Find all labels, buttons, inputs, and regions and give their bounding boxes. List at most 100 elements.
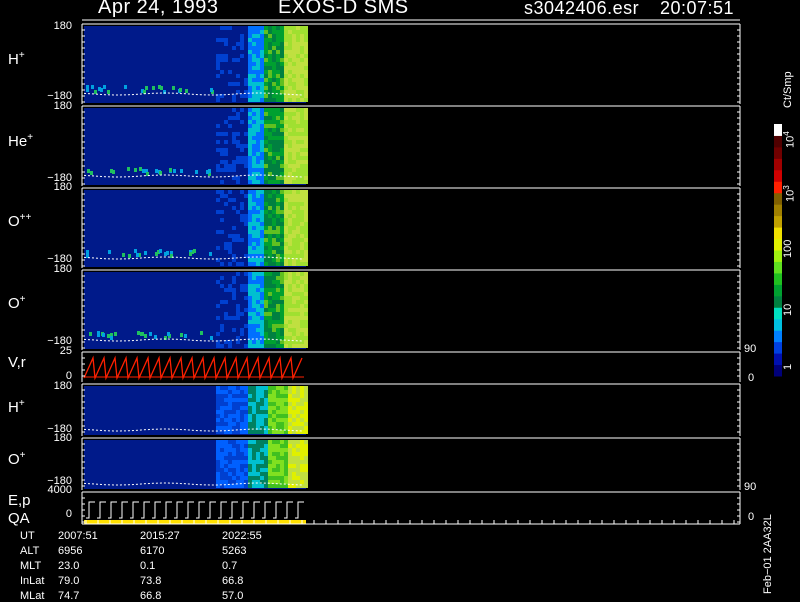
- colorbar-segment: [774, 181, 782, 194]
- heatmap-cell: [272, 42, 276, 46]
- heatmap-cell: [300, 464, 304, 468]
- heatmap-cell: [304, 262, 308, 266]
- heatmap-cell: [276, 320, 280, 324]
- heatmap-cell: [236, 108, 240, 112]
- heatmap-cell: [236, 448, 240, 452]
- heatmap-cell: [240, 414, 244, 418]
- heatmap-cell: [236, 262, 240, 266]
- heatmap-cell: [228, 320, 232, 324]
- heatmap-cell: [264, 452, 268, 456]
- heatmap-cell: [288, 234, 292, 238]
- heatmap-cell: [264, 38, 268, 42]
- heatmap-cell: [220, 246, 224, 250]
- heatmap-cell: [240, 180, 244, 184]
- heatmap-cell: [244, 198, 248, 202]
- heatmap-cell: [248, 328, 252, 332]
- heatmap-cell: [284, 214, 288, 218]
- heatmap-cell: [240, 206, 244, 210]
- heatmap-cell: [280, 82, 284, 86]
- heatmap-cell: [224, 418, 228, 422]
- heatmap-cell: [224, 226, 228, 230]
- heatmap-cell: [276, 62, 280, 66]
- heatmap-cell: [280, 54, 284, 58]
- orbit-row-name: ALT: [20, 545, 40, 557]
- heatmap-cell: [236, 26, 240, 30]
- heatmap-cell: [292, 426, 296, 430]
- orbit-value: 2015:27: [140, 530, 180, 542]
- heatmap-cell: [244, 344, 248, 348]
- heatmap-cell: [284, 472, 288, 476]
- energy-step: [174, 501, 183, 519]
- heatmap-cell: [236, 452, 240, 456]
- panel-label-vr: V,r: [8, 354, 26, 371]
- heatmap-cell: [244, 50, 248, 54]
- heatmap-cell: [300, 42, 304, 46]
- heatmap-cell: [284, 86, 288, 90]
- heatmap-cell: [240, 316, 244, 320]
- heatmap-cell: [288, 344, 292, 348]
- heatmap-cell: [224, 222, 228, 226]
- heatmap-cell: [236, 480, 240, 484]
- heatmap-cell: [236, 226, 240, 230]
- heatmap-cell: [248, 168, 252, 172]
- heatmap-cell: [280, 176, 284, 180]
- heatmap-cell: [244, 320, 248, 324]
- heatmap-cell: [252, 328, 256, 332]
- heatmap-cell: [216, 332, 220, 336]
- heatmap-cell: [280, 452, 284, 456]
- heatmap-cell: [236, 70, 240, 74]
- heatmap-cell: [228, 254, 232, 258]
- heatmap-cell: [220, 86, 224, 90]
- heatmap-cell: [304, 234, 308, 238]
- heatmap-cell: [224, 230, 228, 234]
- heatmap-cell: [264, 128, 268, 132]
- heatmap-cell: [292, 280, 296, 284]
- heatmap-cell: [292, 66, 296, 70]
- heatmap-cell: [244, 144, 248, 148]
- heatmap-speckle: [90, 171, 93, 175]
- heatmap-cell: [304, 190, 308, 194]
- heatmap-cell: [224, 70, 228, 74]
- heatmap-cell: [224, 316, 228, 320]
- heatmap-cell: [252, 202, 256, 206]
- heatmap-cell: [240, 132, 244, 136]
- heatmap-cell: [228, 394, 232, 398]
- heatmap-cell: [228, 234, 232, 238]
- heatmap-cell: [256, 460, 260, 464]
- heatmap-cell: [248, 422, 252, 426]
- heatmap-cell: [288, 74, 292, 78]
- heatmap-cell: [284, 444, 288, 448]
- heatmap-cell: [224, 42, 228, 46]
- heatmap-cell: [280, 304, 284, 308]
- heatmap-cell: [244, 34, 248, 38]
- colorbar-segment: [774, 307, 782, 320]
- panel-label-ep: E,p: [8, 492, 31, 509]
- heatmap-cell: [304, 124, 308, 128]
- heatmap-cell: [228, 58, 232, 62]
- heatmap-cell: [260, 226, 264, 230]
- heatmap-cell: [260, 58, 264, 62]
- heatmap-cell: [288, 398, 292, 402]
- heatmap-cell: [296, 398, 300, 402]
- heatmap-cell: [228, 26, 232, 30]
- heatmap-cell: [284, 172, 288, 176]
- heatmap-cell: [224, 210, 228, 214]
- heatmap-cell: [228, 422, 232, 426]
- heatmap-cell: [284, 456, 288, 460]
- heatmap-cell: [256, 62, 260, 66]
- energy-step: [262, 501, 271, 519]
- heatmap-cell: [288, 410, 292, 414]
- heatmap-cell: [296, 148, 300, 152]
- heatmap-cell: [240, 82, 244, 86]
- heatmap-cell: [276, 250, 280, 254]
- heatmap-cell: [264, 34, 268, 38]
- heatmap-cell: [236, 430, 240, 434]
- heatmap-cell: [260, 160, 264, 164]
- heatmap-cell: [256, 78, 260, 82]
- heatmap-cell: [252, 218, 256, 222]
- heatmap-cell: [220, 328, 224, 332]
- heatmap-cell: [260, 246, 264, 250]
- heatmap-cell: [276, 160, 280, 164]
- heatmap-cell: [304, 30, 308, 34]
- heatmap-cell: [300, 222, 304, 226]
